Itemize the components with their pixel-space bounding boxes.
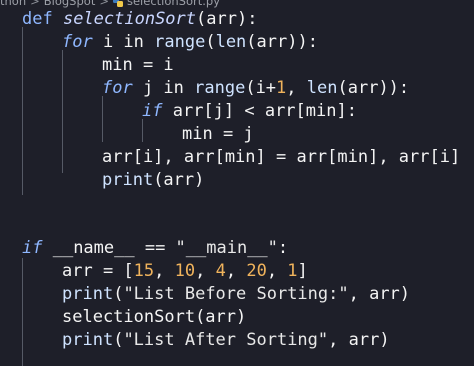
code-token: for [102,78,133,98]
code-token: selectionSort [62,307,196,327]
code-line[interactable]: print(arr) [102,169,204,192]
code-token: print [62,330,114,350]
code-token: (arr)): [246,32,318,52]
code-token: 10 [174,261,196,281]
code-line[interactable]: if arr[j] < arr[min]: [142,100,357,123]
code-line[interactable]: if __name__ == "__main__": [22,237,288,260]
code-token: len [306,78,338,98]
code-token: print [102,170,154,190]
code-token: if [22,238,43,258]
code-token: (arr) [195,307,247,327]
code-token: "List After Sorting" [123,330,329,350]
code-token: arr[i], arr[min] = arr[min], arr[i] [102,147,461,167]
code-token: 20 [246,261,267,281]
breadcrumb: thon > BlogSpot > selectionSort.py [0,0,474,8]
code-token: print [62,284,114,304]
code-token: ( [205,32,216,52]
code-token: j in [132,78,195,98]
code-token: (arr) [153,170,205,190]
indent-guide [22,27,23,195]
code-line[interactable]: print("List After Sorting", arr) [62,329,390,352]
code-token: 1 [287,261,298,281]
code-token: (i+ [245,78,277,98]
code-token: range [154,32,206,52]
code-token: def [22,9,63,29]
code-token: range [194,78,246,98]
code-token: ( [113,330,124,350]
code-token: arr[j] < arr[min]: [162,101,357,121]
code-token: min = j [182,124,254,144]
code-token: arr = [ [62,261,134,281]
code-token: , [154,261,175,281]
code-token: , arr) [328,330,390,350]
code-token: (arr): [196,9,258,29]
code-token: 1 [276,78,287,98]
code-token: : [277,238,289,258]
code-token: ] [297,261,308,281]
code-token: (arr)): [337,78,410,98]
indent-guide [102,96,103,142]
code-token: i in [92,32,155,52]
code-token: , [195,261,216,281]
code-token: ( [113,284,124,304]
code-line[interactable]: selectionSort(arr) [62,306,246,329]
code-token: min = i [102,55,174,75]
code-token: len [215,32,247,52]
code-token: , [286,78,307,98]
code-token: , arr) [348,284,411,304]
code-line[interactable]: arr = [15, 10, 4, 20, 1] [62,260,308,283]
code-token: if [142,101,163,121]
code-line[interactable]: for i in range(len(arr)): [62,31,318,54]
breadcrumb-item-file[interactable]: selectionSort.py [127,0,220,8]
code-token: __name__ == [42,238,176,258]
code-token: 4 [215,261,226,281]
breadcrumb-item[interactable]: thon [0,0,26,8]
code-token: for [62,32,93,52]
code-line[interactable]: for j in range(i+1, len(arr)): [102,77,409,100]
code-token: "__main__" [175,238,278,258]
code-editor[interactable]: thon > BlogSpot > selectionSort.py def s… [0,0,474,366]
code-token: "List Before Sorting:" [123,284,349,304]
code-line[interactable]: arr[i], arr[min] = arr[min], arr[i] [102,146,460,169]
code-token: selectionSort [62,9,197,29]
breadcrumb-item[interactable]: BlogSpot [44,0,96,8]
code-token: , [225,261,247,281]
code-line[interactable]: def selectionSort(arr): [22,8,257,31]
breadcrumb-separator: > [99,0,109,8]
code-line[interactable]: min = i [102,54,174,77]
indent-guide [62,50,63,173]
code-token: , [266,261,288,281]
code-line[interactable]: print("List Before Sorting:", arr) [62,283,410,306]
indent-guide [22,258,23,366]
python-file-icon [112,0,123,7]
code-line[interactable]: min = j [182,123,254,146]
code-token: 15 [133,261,155,281]
breadcrumb-separator: > [30,0,40,8]
